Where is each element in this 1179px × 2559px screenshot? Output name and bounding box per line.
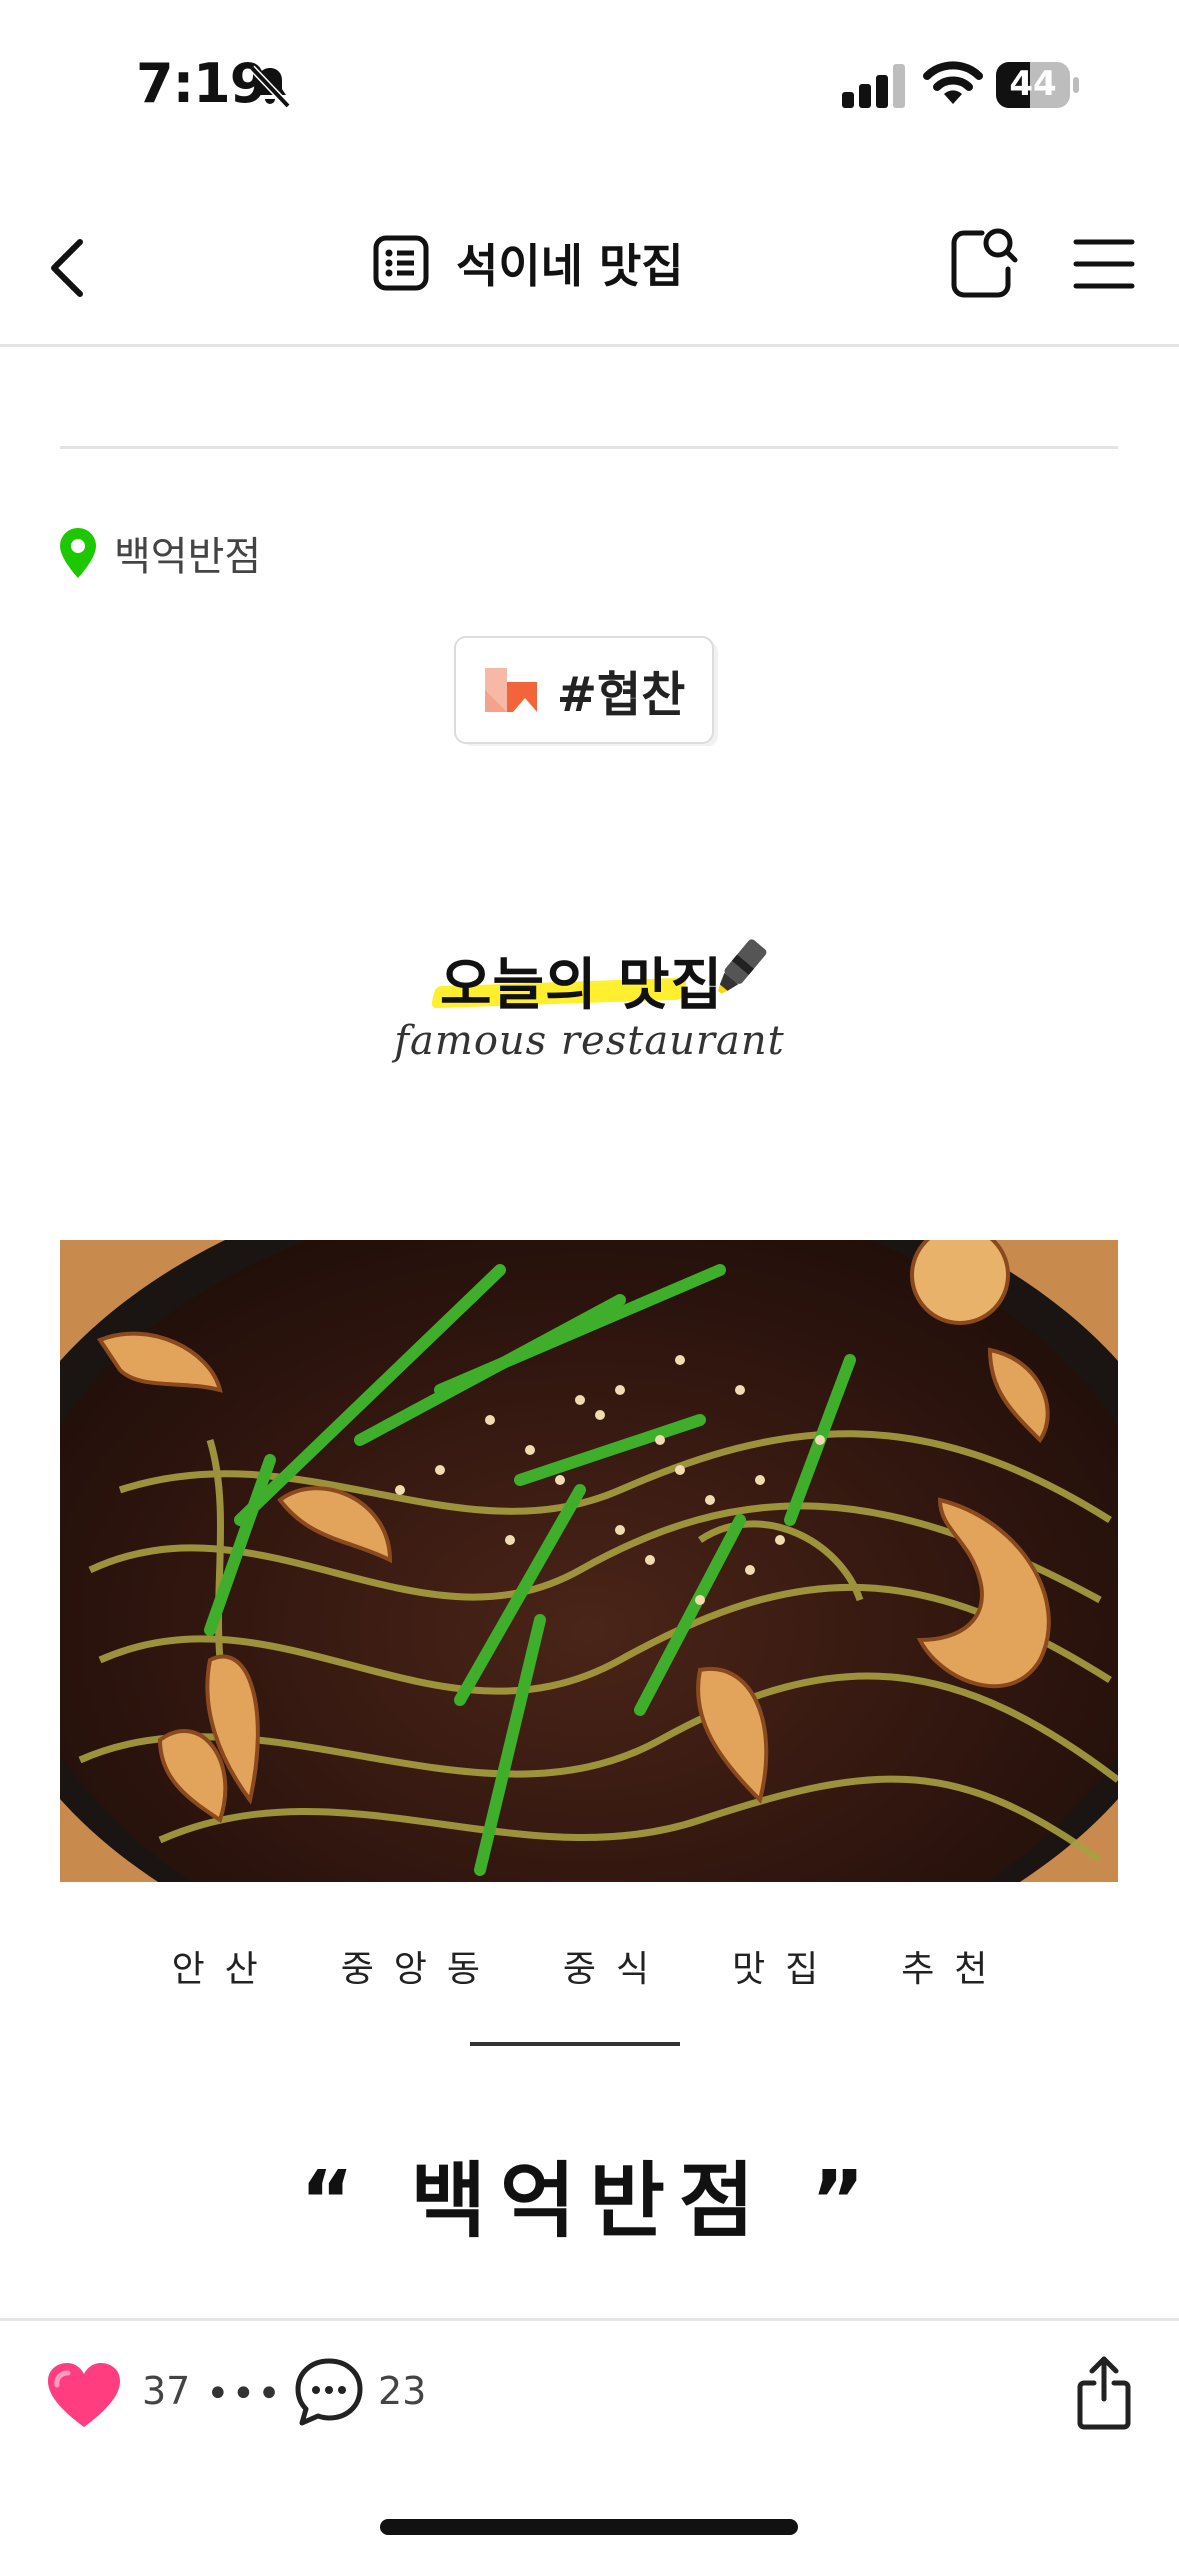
hamburger-icon xyxy=(1073,239,1135,289)
today-restaurant-title: 오늘의 맛집 xyxy=(440,953,724,1018)
battery-level: 44 xyxy=(1009,64,1057,104)
more-options-button[interactable]: ••• xyxy=(206,2371,283,2417)
caption-underline xyxy=(470,2042,680,2046)
chevron-left-icon xyxy=(51,239,83,297)
highlighter-marker-icon xyxy=(718,939,767,994)
share-button[interactable] xyxy=(1074,2353,1134,2433)
sponsor-tag-text: #협찬 xyxy=(556,667,686,723)
place-name: 백억반점 xyxy=(114,534,262,580)
heart-icon xyxy=(48,2363,120,2427)
cellular-signal-icon xyxy=(842,64,905,108)
post-caption: 안산 중앙동 중식 맛집 추천 xyxy=(171,1949,1008,1990)
comment-button[interactable] xyxy=(292,2355,366,2429)
sponsored-tag: #협찬 xyxy=(454,636,714,744)
jjajangmyeon-photo xyxy=(60,1240,1118,1882)
list-icon xyxy=(373,235,429,291)
sponsor-logo-icon xyxy=(484,668,537,712)
bell-muted-icon xyxy=(249,65,291,109)
food-photo[interactable] xyxy=(60,1240,1118,1882)
blog-search-button[interactable] xyxy=(948,223,1018,299)
comment-count: 23 xyxy=(378,2369,427,2413)
place-link[interactable]: 백억반점 xyxy=(58,523,261,583)
share-icon xyxy=(1077,2356,1131,2430)
like-button[interactable] xyxy=(44,2357,124,2437)
comment-bubble-icon xyxy=(295,2358,363,2426)
home-indicator[interactable] xyxy=(380,2519,798,2535)
map-pin-icon xyxy=(60,528,96,578)
menu-button[interactable] xyxy=(1072,234,1136,294)
top-navigation-bar: 석이네 맛집 xyxy=(0,178,1179,347)
back-button[interactable] xyxy=(40,228,100,308)
status-bar: 7:19 44 xyxy=(0,0,1179,170)
wifi-icon xyxy=(923,61,983,104)
content-divider xyxy=(60,446,1118,449)
restaurant-name-heading: “ 백억반점 ” xyxy=(300,2154,879,2249)
blog-title[interactable]: 석이네 맛집 xyxy=(372,223,684,303)
like-count: 37 xyxy=(142,2369,191,2413)
blog-title-text: 석이네 맛집 xyxy=(456,239,684,293)
battery-indicator: 44 xyxy=(996,62,1080,108)
post-action-bar: 37 ••• 23 xyxy=(0,2318,1179,2559)
today-restaurant-banner: 오늘의 맛집 xyxy=(430,939,780,1020)
today-restaurant-subtitle: famous restaurant xyxy=(394,1018,785,1064)
